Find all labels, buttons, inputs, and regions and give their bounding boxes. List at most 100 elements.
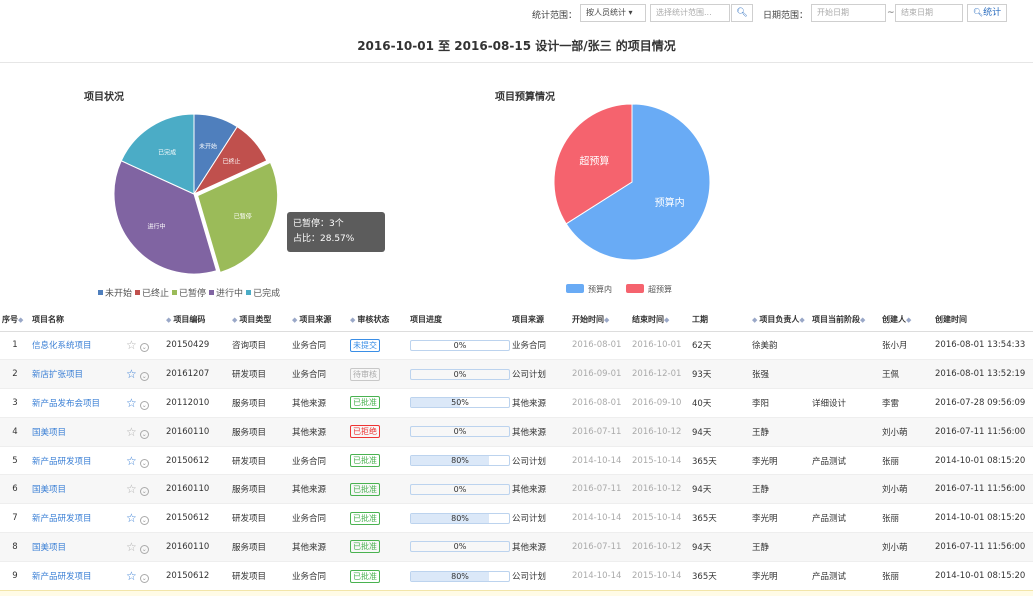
star-icon[interactable]: ☆ bbox=[126, 425, 137, 439]
table-row[interactable]: 1 信息化系统项目 ☆ ⌄ 20150429 咨询项目 业务合同 未提交 0% 业务合同 2016-… bbox=[0, 331, 1033, 361]
legend-item[interactable]: 已终止 bbox=[135, 286, 169, 299]
project-name-link[interactable]: 新产品发布会项目 bbox=[32, 399, 100, 409]
table-row[interactable]: 2 新店扩张项目 ☆ ⌄ 20161207 研发项目 业务合同 待审核 0% 公司计划 2016-0… bbox=[0, 359, 1033, 390]
creator: 刘小萌 bbox=[880, 417, 933, 447]
actions-cell: ☆ ⌄ bbox=[124, 446, 164, 476]
expand-circle-icon[interactable]: ⌄ bbox=[139, 574, 149, 584]
project-name-cell[interactable]: 信息化系统项目 bbox=[30, 331, 124, 361]
progress-bar: 80% bbox=[410, 512, 510, 524]
project-status-pie-chart[interactable]: 未开始已终止已暂停进行中 已完成 bbox=[100, 104, 290, 284]
project-name-cell[interactable]: 新产品研发项目 bbox=[30, 446, 124, 476]
project-name-link[interactable]: 国美项目 bbox=[32, 428, 66, 438]
col-header[interactable]: 创建人◆ bbox=[880, 309, 933, 332]
end-date-input[interactable]: 结束日期 bbox=[895, 4, 963, 22]
stat-range-input[interactable]: 选择统计范围... bbox=[650, 4, 730, 22]
star-icon[interactable]: ☆ bbox=[126, 569, 137, 583]
project-name-link[interactable]: 信息化系统项目 bbox=[32, 341, 92, 351]
legend-item[interactable]: 未开始 bbox=[98, 286, 132, 299]
project-name-cell[interactable]: 国美项目 bbox=[30, 474, 124, 505]
project-name-cell[interactable]: 新店扩张项目 bbox=[30, 359, 124, 390]
expand-circle-icon[interactable]: ⌄ bbox=[139, 400, 149, 410]
star-icon[interactable]: ☆ bbox=[126, 511, 137, 525]
col-header[interactable]: 结束时间◆ bbox=[630, 309, 690, 332]
project-name-link[interactable]: 新店扩张项目 bbox=[32, 370, 83, 380]
star-icon[interactable]: ☆ bbox=[126, 338, 137, 352]
stat-button[interactable]: 🔍︎统计 bbox=[967, 4, 1007, 22]
project-name-link[interactable]: 新产品研发项目 bbox=[32, 514, 92, 524]
project-name-cell[interactable]: 国美项目 bbox=[30, 417, 124, 447]
table-row[interactable]: 7 新产品研发项目 ☆ ⌄ 20150612 研发项目 业务合同 已批准 80% 公司计划 2014… bbox=[0, 503, 1033, 534]
col-header[interactable]: 项目来源 bbox=[510, 309, 570, 332]
stat-range-search-button[interactable]: 🔍︎ bbox=[731, 4, 753, 22]
project-source-2: 业务合同 bbox=[510, 331, 570, 361]
slice-label: 超预算 bbox=[579, 155, 609, 168]
project-owner: 王静 bbox=[750, 417, 810, 447]
legend-label: 未开始 bbox=[105, 289, 133, 299]
row-index: 6 bbox=[0, 474, 30, 505]
table-row[interactable]: 6 国美项目 ☆ ⌄ 20160110 服务项目 其他来源 已批准 0% 其他来源 2016-07-… bbox=[0, 474, 1033, 505]
col-header[interactable]: ◆ 项目编码 bbox=[164, 309, 230, 332]
star-icon[interactable]: ☆ bbox=[126, 396, 137, 410]
table-row[interactable]: 3 新产品发布会项目 ☆ ⌄ 20112010 服务项目 其他来源 已批准 50% 其他来源 201… bbox=[0, 388, 1033, 418]
legend-item[interactable]: 进行中 bbox=[209, 286, 243, 299]
end-date: 2016-09-10 bbox=[630, 388, 690, 418]
star-icon[interactable]: ☆ bbox=[126, 454, 137, 468]
expand-circle-icon[interactable]: ⌄ bbox=[139, 516, 149, 526]
project-source-2: 公司计划 bbox=[510, 446, 570, 476]
expand-circle-icon[interactable]: ⌄ bbox=[139, 343, 149, 353]
col-header[interactable]: 项目进度 bbox=[408, 309, 510, 332]
duration: 94天 bbox=[690, 474, 750, 505]
col-header[interactable]: ◆ 项目负责人◆ bbox=[750, 309, 810, 332]
col-header[interactable]: ◆ 审核状态 bbox=[348, 309, 408, 332]
col-header[interactable]: 开始时间◆ bbox=[570, 309, 630, 332]
expand-circle-icon[interactable]: ⌄ bbox=[139, 372, 149, 382]
table-row[interactable]: 8 国美项目 ☆ ⌄ 20160110 服务项目 其他来源 已批准 0% 其他来源 2016-07-… bbox=[0, 532, 1033, 562]
col-header[interactable]: ◆ 项目来源 bbox=[290, 309, 348, 332]
project-name-link[interactable]: 新产品研发项目 bbox=[32, 457, 92, 467]
legend-item[interactable]: 预算内 bbox=[566, 284, 612, 295]
budget-pie-chart[interactable]: 预算内 超预算 bbox=[550, 100, 714, 264]
col-header[interactable]: 序号◆ bbox=[0, 309, 30, 332]
status-badge: 待审核 bbox=[350, 367, 380, 381]
legend-swatch bbox=[172, 290, 178, 295]
table-row[interactable]: 5 新产品研发项目 ☆ ⌄ 20150612 研发项目 业务合同 已批准 80% 公司计划 2014… bbox=[0, 446, 1033, 476]
review-status-cell: 待审核 bbox=[348, 359, 408, 390]
legend-item[interactable]: 已完成 bbox=[246, 286, 280, 299]
duration: 365天 bbox=[692, 572, 717, 583]
table-row[interactable]: 4 国美项目 ☆ ⌄ 20160110 服务项目 其他来源 已拒绝 0% 其他来源 2016-07-… bbox=[0, 417, 1033, 447]
stat-mode-select[interactable]: 按人员统计 ▾ bbox=[580, 4, 646, 22]
expand-circle-icon[interactable]: ⌄ bbox=[139, 458, 149, 468]
progress-text: 0% bbox=[453, 369, 467, 379]
star-icon[interactable]: ☆ bbox=[126, 367, 137, 381]
expand-circle-icon[interactable]: ⌄ bbox=[139, 544, 149, 554]
project-status-legend: 未开始 已终止 已暂停 进行中 已完成 bbox=[98, 286, 283, 299]
project-name-cell[interactable]: 新产品发布会项目 bbox=[30, 388, 124, 418]
col-header[interactable]: 项目当前阶段◆ bbox=[810, 309, 880, 332]
table-row[interactable]: 9 新产品研发项目 ☆ ⌄ 20150612 研发项目 业务合同 已批准 80% 公司计划 2014… bbox=[0, 561, 1033, 590]
project-stage: 详细设计 bbox=[810, 388, 880, 418]
legend-item[interactable]: 超预算 bbox=[626, 284, 672, 295]
project-type: 研发项目 bbox=[230, 503, 290, 534]
expand-circle-icon[interactable]: ⌄ bbox=[139, 487, 149, 497]
legend-swatch bbox=[209, 290, 215, 295]
creator: 张丽 bbox=[882, 572, 900, 583]
project-name-link[interactable]: 新产品研发项目 bbox=[32, 572, 92, 582]
col-header[interactable]: 项目名称 bbox=[30, 309, 164, 332]
duration: 365天 bbox=[690, 503, 750, 534]
col-header[interactable]: 工期 bbox=[690, 309, 750, 332]
legend-item[interactable]: 已暂停 bbox=[172, 286, 206, 299]
col-header[interactable]: ◆ 项目类型 bbox=[230, 309, 290, 332]
project-name-cell[interactable]: 新产品研发项目 bbox=[30, 561, 124, 590]
project-name-cell[interactable]: 国美项目 bbox=[30, 532, 124, 562]
project-type: 研发项目 bbox=[232, 572, 267, 583]
star-icon[interactable]: ☆ bbox=[126, 540, 137, 554]
project-stage: 产品测试 bbox=[810, 446, 880, 476]
start-date-input[interactable]: 开始日期 bbox=[811, 4, 886, 22]
project-name-link[interactable]: 国美项目 bbox=[32, 485, 66, 495]
expand-circle-icon[interactable]: ⌄ bbox=[139, 429, 149, 439]
col-header[interactable]: 创建时间 bbox=[933, 309, 1033, 332]
project-name-link[interactable]: 国美项目 bbox=[32, 543, 66, 553]
start-date: 2016-08-01 bbox=[570, 331, 630, 361]
star-icon[interactable]: ☆ bbox=[126, 482, 137, 496]
project-name-cell[interactable]: 新产品研发项目 bbox=[30, 503, 124, 534]
